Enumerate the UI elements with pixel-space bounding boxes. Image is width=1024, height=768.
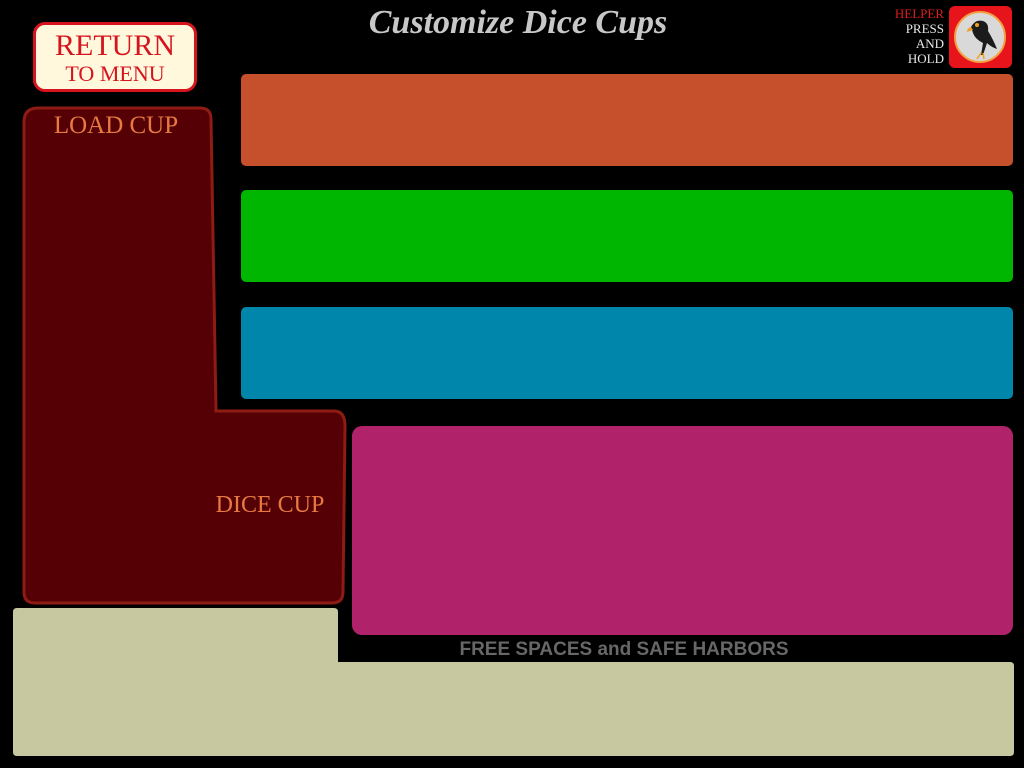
tray-label: FREE SPACES and SAFE HARBORS [459,639,789,660]
